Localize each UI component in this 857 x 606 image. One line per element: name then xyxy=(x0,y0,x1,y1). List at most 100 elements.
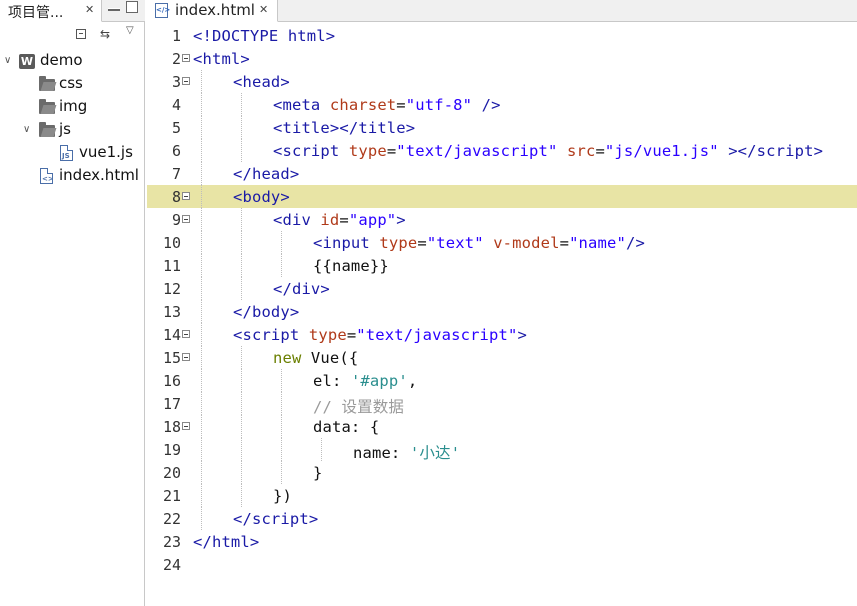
tree-item-index-html[interactable]: <> index.html xyxy=(0,166,140,188)
indent-guide xyxy=(201,185,202,208)
project-explorer-panel: 项目管... ✕ ⇆ ▽ ∨ W demo css img ∨ js JS vu… xyxy=(0,0,145,606)
code-token: html xyxy=(202,50,241,68)
code-line[interactable]: 18 data: { xyxy=(147,415,857,438)
code-token: type xyxy=(379,234,418,252)
code-token: "utf-8" xyxy=(405,96,473,114)
code-line[interactable]: 17 // 设置数据 xyxy=(147,392,857,416)
code-token: title xyxy=(358,119,406,137)
collapse-all-icon[interactable] xyxy=(76,29,86,39)
line-number: 22 xyxy=(162,510,181,528)
code-line[interactable]: 14 <script type="text/javascript"> xyxy=(147,323,857,346)
code-text: </html> xyxy=(193,533,259,551)
code-token: type xyxy=(308,326,347,344)
code-line[interactable]: 8 <body> xyxy=(147,185,857,208)
project-panel-tab-label: 项目管... xyxy=(8,5,64,21)
code-text: <title></title> xyxy=(273,119,415,137)
code-line[interactable]: 16 el: '#app', xyxy=(147,369,857,392)
view-menu-icon[interactable]: ▽ xyxy=(126,25,134,36)
link-editor-icon[interactable]: ⇆ xyxy=(100,27,110,41)
fold-toggle-icon[interactable] xyxy=(182,77,190,85)
js-file-icon: JS xyxy=(60,145,73,161)
code-token: > xyxy=(289,165,300,183)
code-line[interactable]: 23 </html> xyxy=(147,530,857,553)
code-text: <head> xyxy=(233,73,290,91)
line-number: 19 xyxy=(162,441,181,459)
code-token: > xyxy=(813,142,824,160)
tree-item-label: index.html xyxy=(59,166,139,184)
line-number: 24 xyxy=(162,556,181,574)
indent-guide xyxy=(201,93,202,116)
indent-guide xyxy=(201,438,202,461)
tree-item-css[interactable]: css xyxy=(0,74,140,96)
code-line[interactable]: 12 </div> xyxy=(147,277,857,300)
code-token: "js/vue1.js" xyxy=(604,142,719,160)
code-token: > xyxy=(517,326,527,344)
code-token: src xyxy=(566,142,596,160)
code-token: script xyxy=(251,510,309,528)
code-token: </ xyxy=(193,533,212,551)
code-token: > xyxy=(280,188,290,206)
fold-toggle-icon[interactable] xyxy=(182,330,190,338)
code-line[interactable]: 24 xyxy=(147,553,857,576)
chevron-down-icon[interactable]: ∨ xyxy=(23,124,30,135)
code-text: <script type="text/javascript"> xyxy=(233,326,527,344)
fold-toggle-icon[interactable] xyxy=(182,353,190,361)
code-line[interactable]: 5 <title></title> xyxy=(147,116,857,139)
code-text: <script type="text/javascript" src="js/v… xyxy=(273,142,823,160)
fold-toggle-icon[interactable] xyxy=(182,422,190,430)
indent-guide xyxy=(281,254,282,277)
code-line[interactable]: 7 </head> xyxy=(147,162,857,185)
fold-toggle-icon[interactable] xyxy=(182,54,190,62)
code-line[interactable]: 10 <input type="text" v-model="name"/> xyxy=(147,231,857,254)
minimize-icon[interactable] xyxy=(108,8,120,11)
code-token: </ xyxy=(233,165,252,183)
tree-item-js[interactable]: ∨ js xyxy=(0,120,140,142)
line-number: 21 xyxy=(162,487,181,505)
tree-item-img[interactable]: img xyxy=(0,97,140,119)
code-line[interactable]: 1 <!DOCTYPE html> xyxy=(147,24,857,47)
code-line[interactable]: 20} xyxy=(147,461,857,484)
code-token: > xyxy=(280,73,290,91)
code-line[interactable]: 2 <html> xyxy=(147,47,857,70)
line-number: 2 xyxy=(171,50,181,68)
code-token: = xyxy=(346,326,357,344)
code-token: new xyxy=(273,349,302,367)
tree-item-demo[interactable]: ∨ W demo xyxy=(0,51,140,73)
editor-tab-label: index.html xyxy=(175,1,255,19)
tab-index-html[interactable]: </> index.html ✕ xyxy=(147,0,278,22)
fold-toggle-icon[interactable] xyxy=(182,215,190,223)
line-number: 23 xyxy=(162,533,181,551)
close-icon[interactable]: ✕ xyxy=(259,3,268,16)
line-number: 3 xyxy=(171,73,181,91)
code-editor[interactable]: </> index.html ✕ 1 <!DOCTYPE html> 2 <html>… xyxy=(147,0,857,606)
code-line[interactable]: 9 <div id="app"> xyxy=(147,208,857,231)
tree-item-label: js xyxy=(59,120,71,138)
code-line[interactable]: 19 name: '小达' xyxy=(147,438,857,462)
chevron-down-icon[interactable]: ∨ xyxy=(4,55,11,66)
indent-guide xyxy=(241,277,242,300)
indent-guide xyxy=(201,346,202,369)
maximize-icon[interactable] xyxy=(126,1,138,13)
tree-item-label: vue1.js xyxy=(79,143,133,161)
indent-guide xyxy=(201,162,202,185)
code-line[interactable]: 6 <script type="text/javascript" src="js/… xyxy=(147,139,857,162)
line-number: 13 xyxy=(162,303,181,321)
tree-item-vue1-js[interactable]: JS vue1.js xyxy=(0,143,140,165)
indent-guide xyxy=(281,461,282,484)
code-line[interactable]: 3 <head> xyxy=(147,70,857,93)
indent-guide xyxy=(201,484,202,507)
code-line[interactable]: 11 {{name}} xyxy=(147,254,857,277)
fold-toggle-icon[interactable] xyxy=(182,192,190,200)
code-line[interactable]: 4 <meta charset="utf-8" /> xyxy=(147,93,857,116)
code-token: > xyxy=(289,303,300,321)
code-line[interactable]: 21}) xyxy=(147,484,857,507)
code-line[interactable]: 22 </script> xyxy=(147,507,857,530)
code-line[interactable]: 13 </body> xyxy=(147,300,857,323)
project-panel-tab[interactable]: 项目管... ✕ xyxy=(0,0,102,22)
code-token: script xyxy=(282,142,340,160)
close-icon[interactable]: ✕ xyxy=(85,3,94,16)
code-line[interactable]: 15 new Vue({ xyxy=(147,346,857,369)
line-number: 6 xyxy=(171,142,181,160)
code-token: body xyxy=(251,303,290,321)
